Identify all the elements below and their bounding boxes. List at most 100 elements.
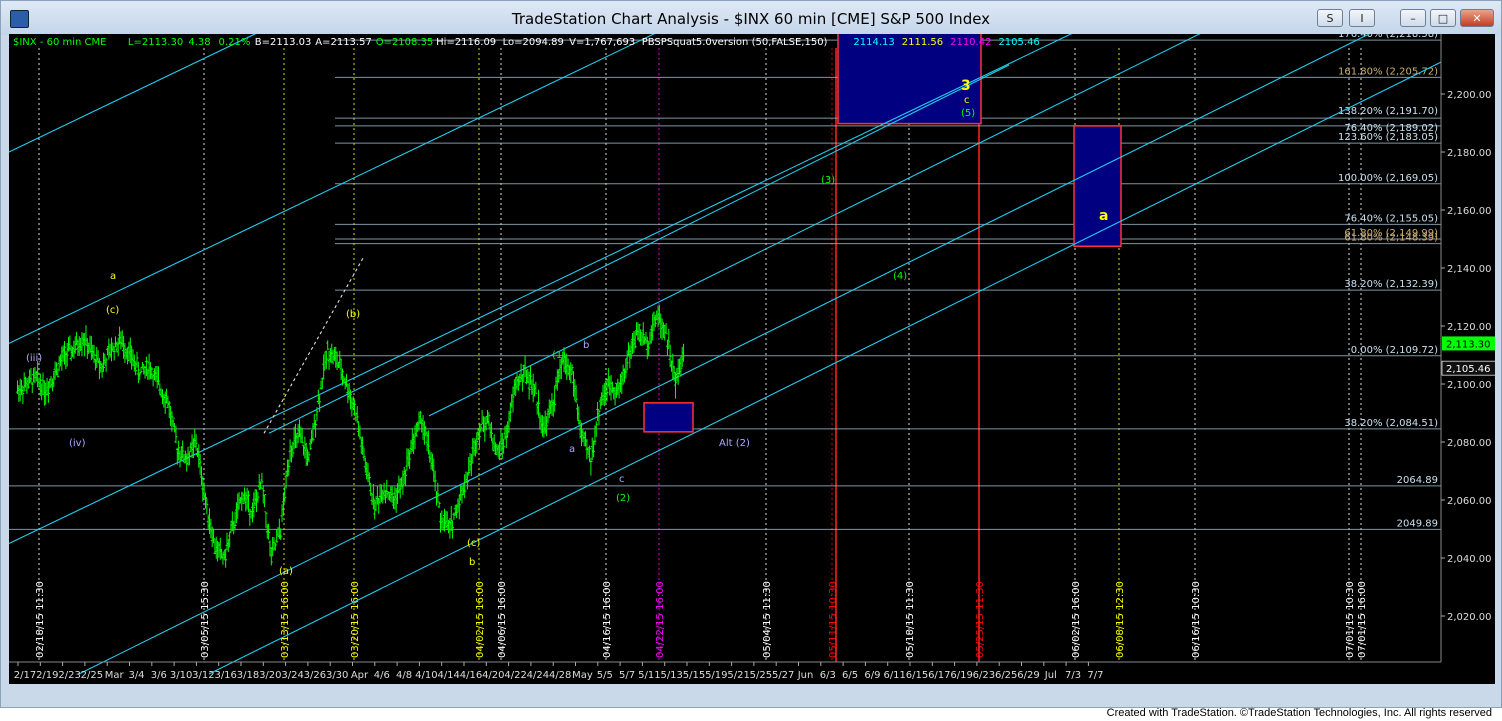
time-axis-label: 5/25: [750, 670, 772, 681]
fib-level-label: 161.80% (2,205.72): [1338, 66, 1438, 77]
time-axis-label: Apr: [351, 670, 369, 681]
window-title: TradeStation Chart Analysis - $INX 60 mi…: [511, 10, 991, 28]
info-bar-field: A=2113.57: [315, 37, 372, 48]
time-axis-label: 5/13: [660, 670, 682, 681]
fib-level-label: 76.40% (2,155.05): [1344, 213, 1438, 224]
time-axis-label: 4/28: [549, 670, 571, 681]
time-axis-label: 2/17: [14, 670, 36, 681]
time-axis-label: Jun: [797, 670, 814, 681]
time-axis-label: 2/25: [81, 670, 103, 681]
time-marker-label: 05/11/15 10:30: [828, 581, 839, 658]
time-axis-label: 7/3: [1065, 670, 1081, 681]
time-marker-label: 04/02/15 16:00: [475, 581, 486, 658]
fib-level-label: 2049.89: [1397, 518, 1438, 529]
wave-label: (2): [616, 493, 630, 504]
wave-label: c: [964, 95, 970, 106]
time-axis-label: 4/10: [415, 670, 437, 681]
time-marker-label: 04/22/15 16:00: [655, 581, 666, 658]
chart-window: TradeStation Chart Analysis - $INX 60 mi…: [0, 0, 1502, 708]
time-marker-label: 04/16/15 16:00: [602, 581, 613, 658]
time-axis-label: 4/22: [504, 670, 526, 681]
time-axis-label: 3/26: [304, 670, 326, 681]
time-axis-label: 2/19: [36, 670, 58, 681]
time-axis-label: 4/20: [482, 670, 504, 681]
time-axis-label: 3/12: [192, 670, 214, 681]
price-axis-label: 2,060.00: [1447, 496, 1492, 507]
time-axis-label: 3/6: [151, 670, 167, 681]
time-marker-label: 03/13/15 16:00: [280, 581, 291, 658]
info-bar-field: 2105.46: [998, 37, 1039, 48]
title-bar[interactable]: TradeStation Chart Analysis - $INX 60 mi…: [1, 1, 1501, 35]
wave-label: (c): [106, 305, 119, 316]
info-bar-field: 2111.56: [902, 37, 943, 48]
time-axis-label: 3/10: [170, 670, 192, 681]
time-marker-label: 05/04/15 11:30: [762, 581, 773, 658]
time-marker-label: 07/01/15 16:00: [1357, 581, 1368, 658]
wave-label: Alt (2): [719, 438, 750, 449]
chart-area[interactable]: 02/18/15 11:30 03/05/15 15:30 03/13/15 16:…: [8, 0, 1497, 684]
info-bar-field: 4.38: [188, 37, 210, 48]
time-axis-label: 6/23: [973, 670, 995, 681]
interval-link-button[interactable]: I: [1349, 9, 1375, 27]
info-bar-field: Hi=2116.09: [436, 37, 496, 48]
minimize-button[interactable]: –: [1400, 9, 1426, 27]
time-marker-label: 06/08/15 12:30: [1115, 581, 1126, 658]
time-axis-label: 6/11: [883, 670, 905, 681]
wave-label: (1): [552, 350, 566, 361]
time-axis-label: 3/18: [237, 670, 259, 681]
info-bar-field: 2110.42: [950, 37, 991, 48]
wave-2-support-box: [643, 402, 694, 433]
price-axis-label: 2,020.00: [1447, 612, 1492, 623]
wave-label: (5): [961, 108, 975, 119]
time-axis-label: 6/3: [820, 670, 836, 681]
wave-label: c: [619, 474, 625, 485]
price-chart[interactable]: 02/18/15 11:30 03/05/15 15:30 03/13/15 16:…: [8, 0, 1497, 684]
time-axis-label: 4/14: [437, 670, 459, 681]
time-axis-label: 6/17: [928, 670, 950, 681]
time-axis-label: 5/19: [705, 670, 727, 681]
time-axis-label: 5/15: [683, 670, 705, 681]
fib-level-label: 100.00% (2,169.05): [1338, 173, 1438, 184]
wave-label: (iii): [26, 353, 42, 364]
price-axis-label: 2,040.00: [1447, 554, 1492, 565]
time-axis-label: 5/11: [638, 670, 660, 681]
time-marker-label: 06/02/15 16:00: [1071, 581, 1082, 658]
time-axis-label: May: [572, 670, 593, 681]
symbol-link-button[interactable]: S: [1317, 9, 1343, 27]
fib-level-label: 2064.89: [1397, 475, 1438, 486]
wave-a-target-box: [1073, 125, 1122, 247]
time-axis-label: Mar: [105, 670, 125, 681]
time-marker-label: 03/05/15 15:30: [200, 581, 211, 658]
time-axis-label: 4/6: [374, 670, 390, 681]
price-axis-label: 2,120.00: [1447, 322, 1492, 333]
copyright-footer: Created with TradeStation. ©TradeStation…: [1106, 707, 1492, 719]
time-axis-label: 7/7: [1087, 670, 1103, 681]
info-bar-field: Lo=2094.89: [503, 37, 564, 48]
time-axis-label: 6/5: [842, 670, 858, 681]
time-axis-label: 6/25: [995, 670, 1017, 681]
time-axis-label: 3/24: [281, 670, 303, 681]
time-axis-label: 4/8: [396, 670, 412, 681]
maximize-button[interactable]: □: [1430, 9, 1456, 27]
info-bar-field: 0.21%: [219, 37, 251, 48]
fib-level-label: 176.40% (2,218.58): [1338, 34, 1438, 40]
time-marker-label: 04/06/15 16:00: [497, 581, 508, 658]
wave-label: (b): [346, 309, 360, 320]
plot-background: [9, 34, 1495, 684]
time-axis-label: 6/15: [906, 670, 928, 681]
wave-label: (c): [467, 538, 480, 549]
time-axis-label: 6/19: [950, 670, 972, 681]
wave-label: (iv): [69, 438, 86, 449]
time-marker-label: 07/01/15 10:30: [1345, 581, 1356, 658]
time-axis-label: 3/16: [214, 670, 236, 681]
info-bar-field: O=2108.35: [376, 37, 434, 48]
time-axis-label: 4/24: [527, 670, 549, 681]
price-axis-label: 2,180.00: [1447, 148, 1492, 159]
close-button[interactable]: ✕: [1460, 9, 1494, 27]
info-bar-field: $INX - 60 min CME: [13, 37, 106, 48]
time-axis-label: 2/23: [58, 670, 80, 681]
info-bar-field: B=2113.03: [255, 37, 312, 48]
time-axis-label: 5/27: [772, 670, 794, 681]
wave-label: a: [110, 271, 116, 282]
time-axis-label: Jul: [1044, 670, 1057, 681]
